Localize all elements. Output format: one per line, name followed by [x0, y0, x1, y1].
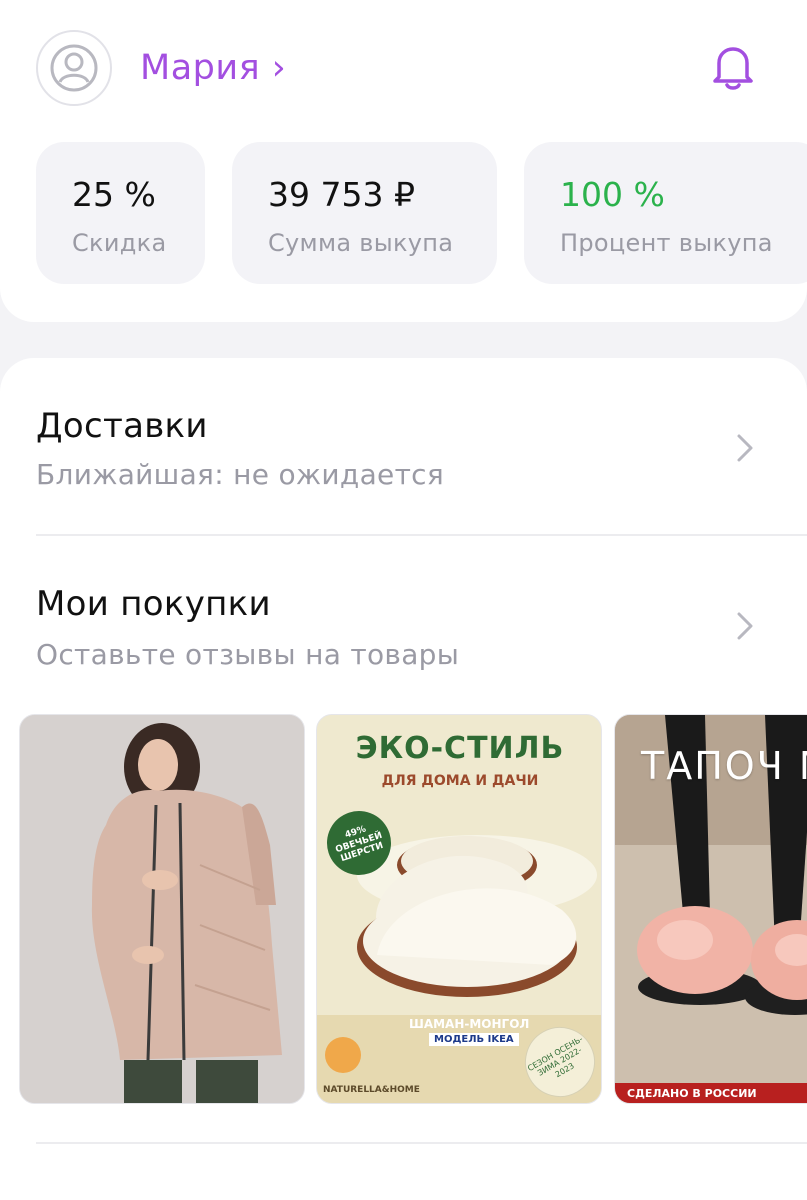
product-image-eco-slippers[interactable]: ЭКО-СТИЛЬ ДЛЯ ДОМА И ДАЧИ 49% ОВЕЧЬЕЙ ШЕ… — [316, 714, 602, 1104]
divider — [36, 534, 807, 536]
model-name: ШАМАН-МОНГОЛ — [409, 1017, 530, 1031]
discount-label: Скидка — [72, 229, 167, 257]
product-title: ТАПОЧ МЕХОВ — [641, 744, 807, 788]
deliveries-subtitle: Ближайшая: не ожидается — [36, 458, 445, 491]
discount-value: 25 % — [72, 175, 156, 214]
buyout-percent-stat[interactable]: 100 % Процент выкупа — [524, 142, 807, 284]
purchase-sum-stat[interactable]: 39 753 ₽ Сумма выкупа — [232, 142, 497, 284]
buyout-percent-value: 100 % — [560, 175, 665, 214]
chevron-right-icon — [734, 432, 756, 464]
purchases-subtitle: Оставьте отзывы на товары — [36, 638, 460, 671]
purchases-title: Мои покупки — [36, 584, 271, 624]
made-in-russia-label: СДЕЛАНО В РОССИИ — [615, 1083, 807, 1103]
deliveries-title: Доставки — [36, 406, 208, 446]
profile-card: Мария › 25 % Скидка 39 753 ₽ Сумма выкуп… — [0, 0, 807, 322]
orders-card: Доставки Ближайшая: не ожидается Мои пок… — [0, 358, 807, 1200]
model-label: МОДЕЛЬ IKEA — [429, 1033, 519, 1046]
purchase-sum-value: 39 753 ₽ — [268, 175, 415, 214]
product-subtitle: ДЛЯ ДОМА И ДАЧИ — [381, 773, 539, 789]
bell-icon[interactable] — [708, 42, 758, 92]
user-avatar-icon[interactable] — [36, 30, 112, 106]
buyout-percent-label: Процент выкупа — [560, 229, 773, 257]
chevron-right-icon — [734, 610, 756, 642]
brand-label: NATURELLA&HOME — [323, 1085, 420, 1095]
purchase-sum-label: Сумма выкупа — [268, 229, 454, 257]
profile-name-link[interactable]: Мария › — [140, 48, 286, 88]
product-image-coat[interactable] — [19, 714, 305, 1104]
product-title: ЭКО-СТИЛЬ — [355, 731, 565, 766]
discount-stat[interactable]: 25 % Скидка — [36, 142, 205, 284]
divider — [36, 1142, 807, 1144]
product-image-fur-slippers[interactable]: ТАПОЧ МЕХОВ СДЕЛАНО В РОССИИ — [614, 714, 807, 1104]
